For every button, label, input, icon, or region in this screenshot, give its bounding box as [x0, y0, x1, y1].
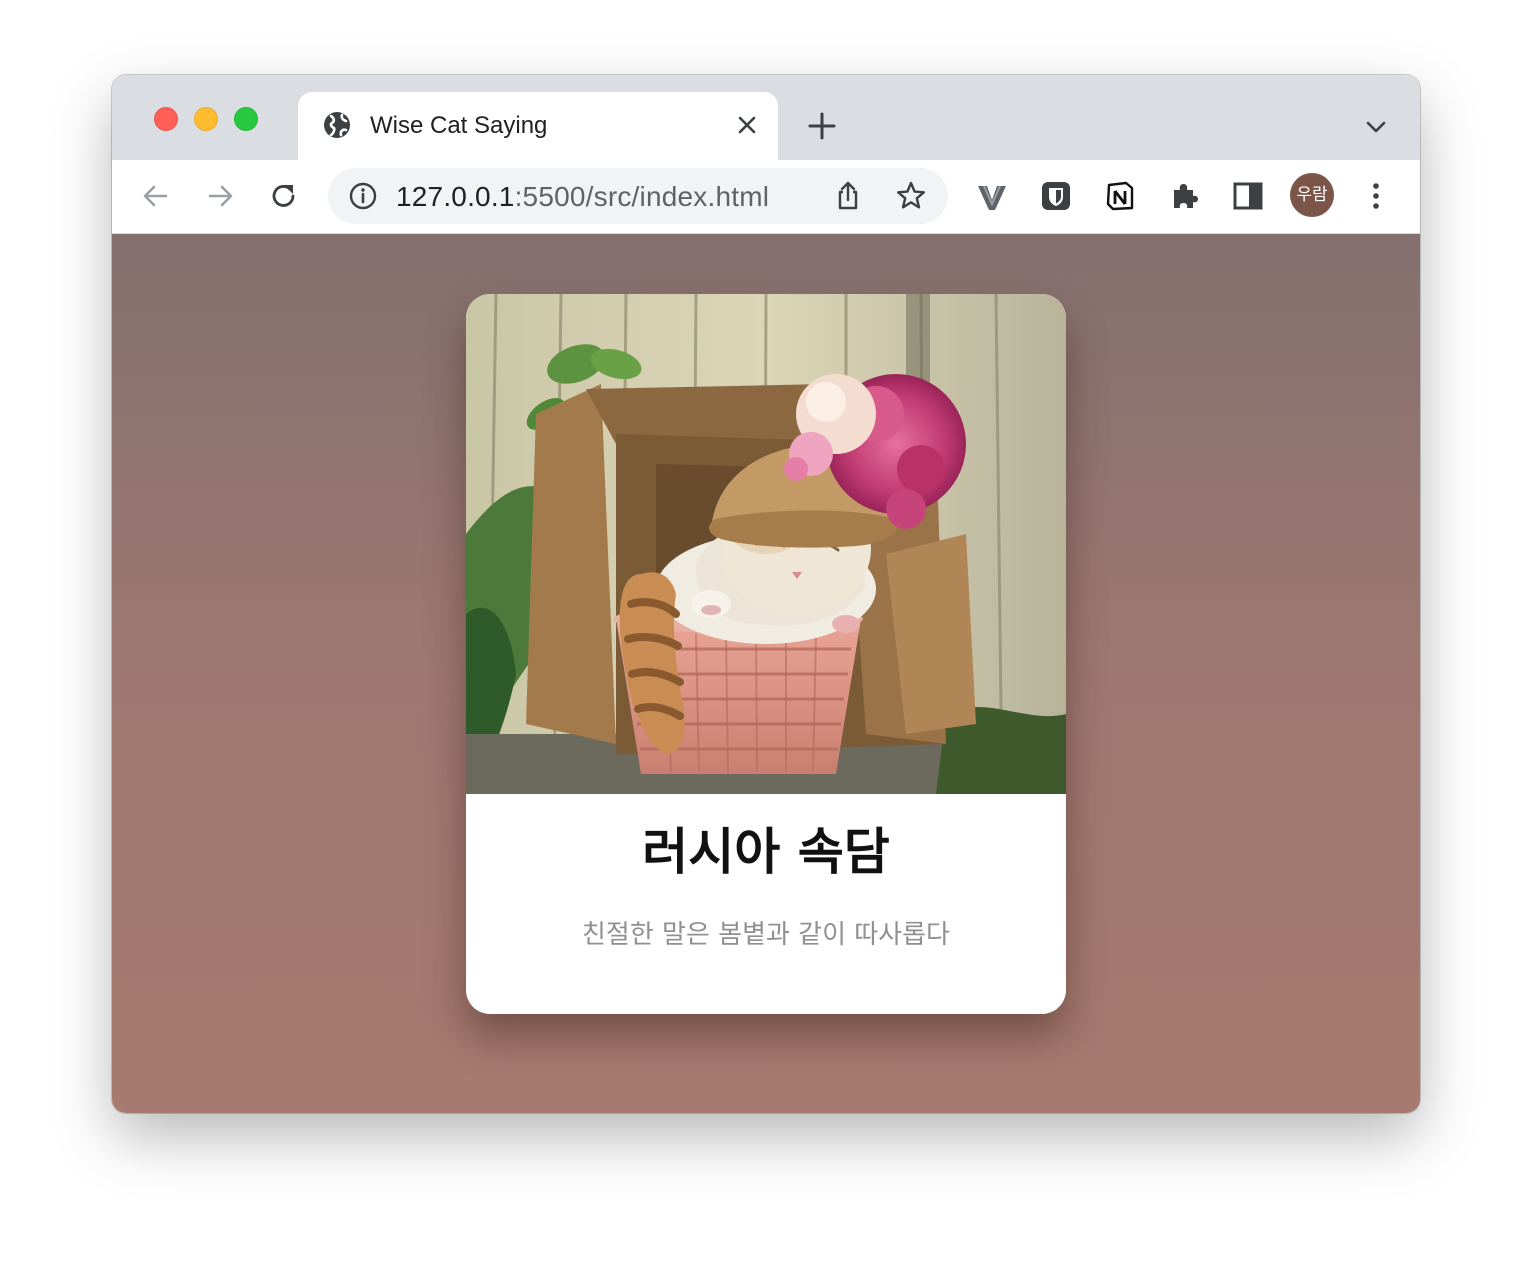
side-panel-icon[interactable]	[1232, 180, 1264, 212]
plus-icon[interactable]	[807, 111, 837, 141]
minimize-window-button[interactable]	[194, 107, 218, 131]
three-dots-icon[interactable]	[1360, 180, 1392, 212]
info-icon[interactable]	[348, 181, 378, 211]
tab-title: Wise Cat Saying	[370, 112, 548, 139]
vivaldi-v-icon[interactable]	[976, 180, 1008, 212]
card-quote: 친절한 말은 봄볕과 같이 따사롭다	[582, 920, 950, 950]
puzzle-icon[interactable]	[1168, 180, 1200, 212]
card-title: 러시아 속담	[642, 823, 890, 881]
browser-toolbar: 127.0.0.1:5500/src/index.html 우람	[112, 160, 1420, 234]
quote-card: 러시아 속담 친절한 말은 봄볕과 같이 따사롭다	[466, 294, 1066, 1014]
tab-active[interactable]: Wise Cat Saying	[298, 92, 778, 160]
reload-icon[interactable]	[268, 180, 300, 212]
globe-icon	[324, 112, 350, 138]
arrow-right-icon[interactable]	[204, 180, 236, 212]
close-window-button[interactable]	[154, 107, 178, 131]
notion-icon[interactable]	[1104, 180, 1136, 212]
arrow-left-icon[interactable]	[140, 180, 172, 212]
cat-photo	[466, 294, 1066, 794]
url-text[interactable]: 127.0.0.1:5500/src/index.html	[396, 181, 769, 213]
star-icon[interactable]	[895, 180, 927, 212]
url-host: 127.0.0.1	[396, 181, 515, 212]
shield-icon[interactable]	[1040, 180, 1072, 212]
close-icon[interactable]	[734, 112, 760, 138]
share-icon[interactable]	[833, 180, 863, 212]
maximize-window-button[interactable]	[234, 107, 258, 131]
address-bar[interactable]: 127.0.0.1:5500/src/index.html	[328, 168, 948, 224]
url-path: :5500/src/index.html	[514, 181, 770, 212]
browser-window: Wise Cat Saying 127.0.0.1:5500/src/index…	[112, 75, 1420, 1113]
page-viewport: 러시아 속담 친절한 말은 봄볕과 같이 따사롭다	[112, 234, 1420, 1113]
tab-strip: Wise Cat Saying	[112, 75, 1420, 160]
avatar[interactable]: 우람	[1290, 173, 1334, 217]
chevron-down-icon[interactable]	[1364, 115, 1388, 139]
